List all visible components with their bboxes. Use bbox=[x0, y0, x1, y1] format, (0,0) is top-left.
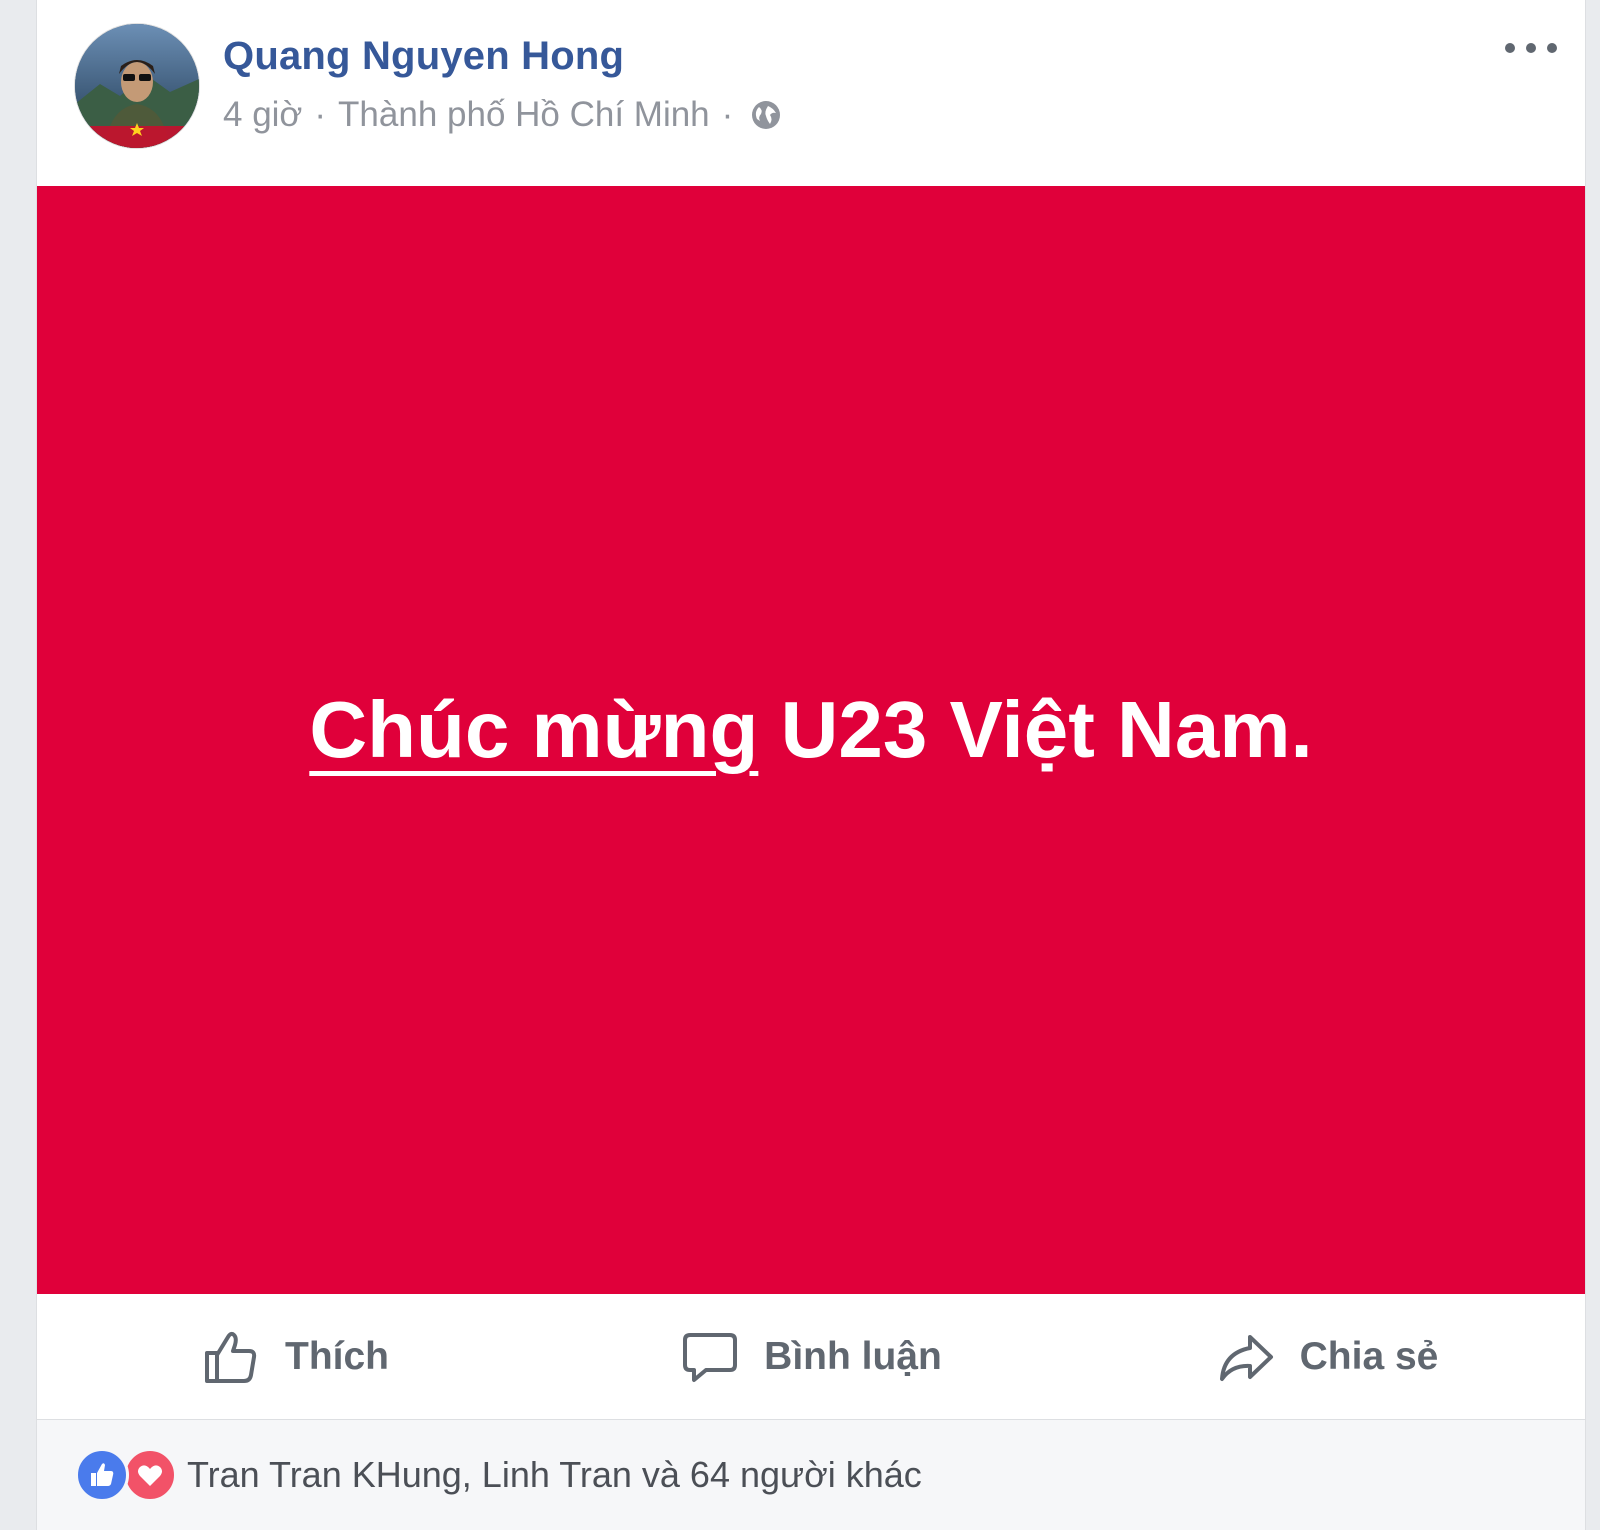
status-background: Chúc mừng U23 Việt Nam. bbox=[37, 186, 1585, 1294]
meta-separator: · bbox=[314, 95, 327, 134]
reaction-summary-link[interactable]: Tran Tran KHung, Linh Tran và 64 người k… bbox=[187, 1454, 922, 1496]
love-reaction-icon bbox=[123, 1448, 177, 1502]
post-time-link[interactable]: 4 giờ bbox=[223, 95, 302, 135]
share-arrow-icon bbox=[1219, 1334, 1273, 1381]
comment-label: Bình luận bbox=[764, 1334, 942, 1378]
post-location-link[interactable]: Thành phố Hồ Chí Minh bbox=[338, 95, 710, 135]
meta-separator: · bbox=[721, 95, 734, 134]
more-options-icon[interactable] bbox=[1505, 30, 1557, 66]
like-button[interactable]: Thích bbox=[37, 1294, 553, 1419]
reactions-summary: Tran Tran KHung, Linh Tran và 64 người k… bbox=[37, 1420, 1585, 1530]
thumbs-up-icon bbox=[205, 1331, 257, 1383]
status-hashtag-link[interactable]: Chúc mừng bbox=[309, 685, 758, 774]
avatar-image bbox=[75, 24, 199, 148]
comment-button[interactable]: Bình luận bbox=[553, 1294, 1069, 1419]
author-avatar[interactable] bbox=[75, 24, 199, 148]
share-button[interactable]: Chia sẻ bbox=[1069, 1294, 1585, 1419]
status-text: Chúc mừng U23 Việt Nam. bbox=[309, 684, 1312, 776]
globe-icon[interactable] bbox=[749, 98, 783, 132]
more-dot bbox=[1547, 43, 1557, 53]
more-dot bbox=[1526, 43, 1536, 53]
post-actions-bar: Thích Bình luận Chia sẻ bbox=[37, 1294, 1585, 1420]
comment-bubble-icon bbox=[683, 1332, 738, 1382]
post-meta: 4 giờ · Thành phố Hồ Chí Minh · bbox=[223, 95, 783, 135]
more-dot bbox=[1505, 43, 1515, 53]
post-header: Quang Nguyen Hong 4 giờ · Thành phố Hồ C… bbox=[37, 0, 1585, 186]
like-label: Thích bbox=[285, 1334, 389, 1378]
status-text-rest: U23 Việt Nam. bbox=[758, 685, 1313, 774]
author-name-link[interactable]: Quang Nguyen Hong bbox=[223, 34, 624, 79]
feed-post: Quang Nguyen Hong 4 giờ · Thành phố Hồ C… bbox=[36, 0, 1586, 1530]
reaction-icons[interactable] bbox=[75, 1448, 177, 1502]
share-label: Chia sẻ bbox=[1299, 1334, 1439, 1378]
like-reaction-icon bbox=[75, 1448, 129, 1502]
